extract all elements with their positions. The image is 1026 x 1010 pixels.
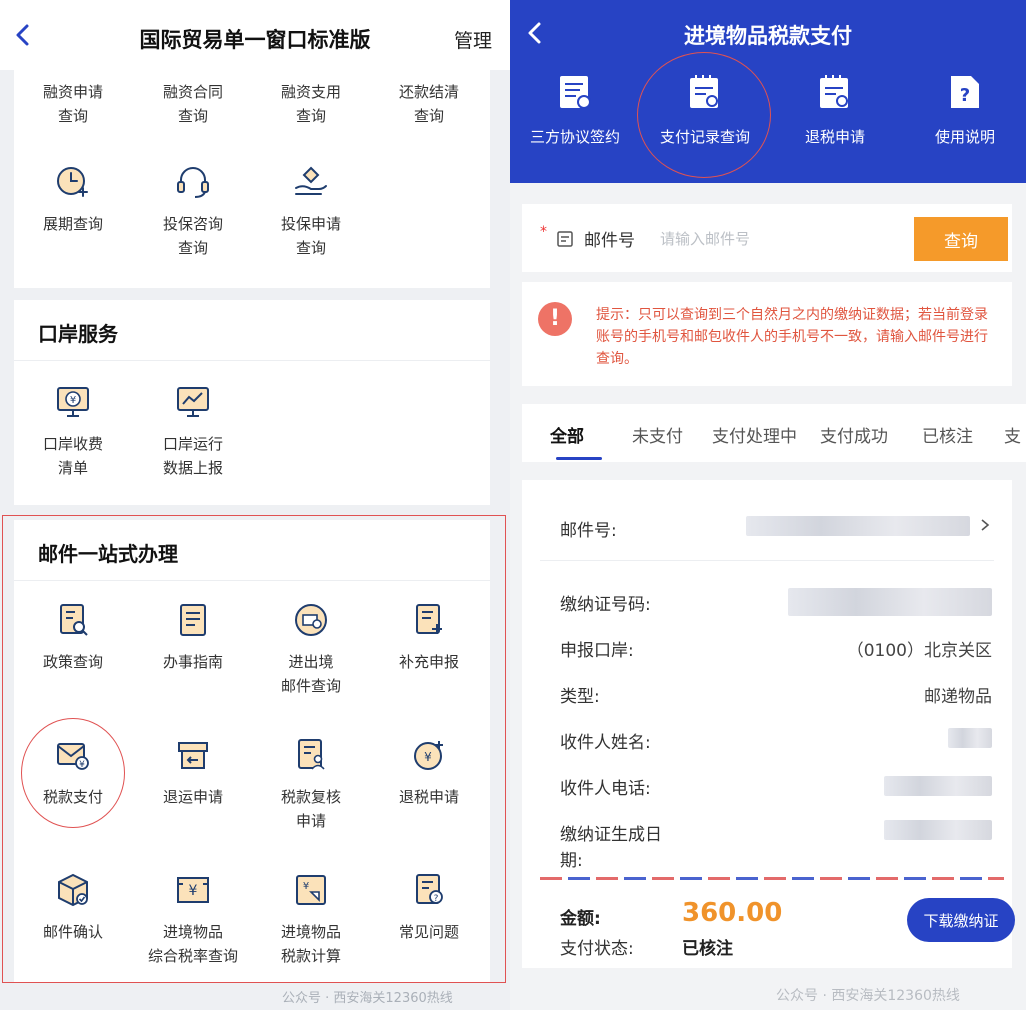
redacted-value — [884, 776, 992, 796]
hand-diamond-icon — [295, 166, 327, 195]
search-card: * 邮件号 查询 — [522, 204, 1012, 272]
tab-verified[interactable]: 已核注 — [922, 422, 973, 447]
type-label: 类型: — [560, 687, 600, 707]
tile-label: 口岸收费 — [42, 435, 103, 453]
clock-plus-icon — [57, 167, 88, 197]
tile-label: 展期查询 — [42, 215, 103, 233]
tab-all[interactable]: 全部 — [550, 422, 584, 447]
divider — [540, 560, 994, 561]
right-panel: 进境物品税款支付 三方协议签约 支付记录查询 退税申请 ? 使用说明 * 邮件号… — [510, 0, 1026, 1010]
payment-detail-card: 邮件号: 缴纳证号码: 申报口岸: （0100）北京关区 类型: 邮递物品 收件… — [522, 480, 1015, 968]
mail-no-input[interactable] — [660, 224, 900, 254]
highlight-circle — [637, 52, 771, 178]
tile-insurance-apply[interactable]: 投保申请 查询 — [252, 162, 370, 260]
tile-label: 融资申请 — [42, 83, 103, 101]
page-title: 国际贸易单一窗口标准版 — [139, 28, 371, 52]
tool-label: 退税申请 — [804, 128, 865, 146]
section-title: 口岸服务 — [38, 322, 118, 346]
calendar-search-icon — [820, 75, 848, 108]
divider — [14, 360, 490, 361]
tool-refund-apply[interactable]: 退税申请 — [770, 72, 900, 147]
doc-question-icon: ? — [951, 76, 979, 108]
search-button[interactable]: 查询 — [914, 217, 1008, 261]
tab-processing[interactable]: 支付处理中 — [712, 422, 797, 447]
tile-label: 融资合同 — [162, 83, 223, 101]
watermark: 公众号 · 西安海关12360热线 — [282, 991, 453, 1006]
tile-label: 数据上报 — [162, 459, 223, 477]
cert-date-label: 缴纳证生成日 — [560, 825, 662, 845]
tool-instructions[interactable]: ? 使用说明 — [900, 72, 1026, 147]
tile-label: 清单 — [57, 459, 88, 477]
tile-label: 查询 — [177, 107, 208, 125]
mail-no-label: 邮件号: — [560, 521, 617, 541]
tile-label: 还款结清 — [398, 83, 459, 101]
cert-no-label: 缴纳证号码: — [560, 595, 651, 615]
tab-more[interactable]: 支 — [1004, 422, 1021, 447]
warning-icon: ! — [538, 302, 572, 336]
amount-value: 360.00 — [682, 898, 783, 928]
watermark: 公众号 · 西安海关12360热线 — [776, 988, 960, 1004]
redacted-value — [788, 588, 992, 616]
tile-finance-contract[interactable]: 融资合同 查询 — [134, 80, 252, 128]
recipient-phone-label: 收件人电话: — [560, 779, 651, 799]
cert-date-label: 期: — [560, 851, 583, 871]
tile-label: 查询 — [413, 107, 444, 125]
left-header: 国际贸易单一窗口标准版 管理 — [0, 0, 510, 70]
mail-no-label: 邮件号 — [584, 231, 635, 251]
tile-label: 查询 — [295, 239, 326, 257]
tile-label: 投保咨询 — [162, 215, 223, 233]
tile-extension[interactable]: 展期查询 — [14, 162, 132, 236]
tab-paid[interactable]: 支付成功 — [820, 422, 888, 447]
left-panel: 国际贸易单一窗口标准版 管理 融资申请 查询 融资合同 查询 融资支用 查询 还… — [0, 0, 510, 1010]
status-value: 已核注 — [682, 939, 733, 959]
tool-label: 使用说明 — [934, 128, 995, 146]
notice-text: 提示：只可以查询到三个自然月之内的缴纳证数据；若当前登录账号的手机号和邮包收件人… — [596, 307, 988, 367]
finance-card: 融资申请 查询 融资合同 查询 融资支用 查询 还款结清 查询 展期查询 投保咨… — [14, 70, 490, 288]
tool-label: 三方协议签约 — [529, 128, 620, 146]
right-header: 进境物品税款支付 三方协议签约 支付记录查询 退税申请 ? 使用说明 — [510, 0, 1026, 183]
tool-agreement-sign[interactable]: 三方协议签约 — [510, 72, 640, 147]
tile-repay[interactable]: 还款结清 查询 — [370, 80, 488, 128]
status-tabs: 全部 未支付 支付处理中 支付成功 已核注 支 — [522, 404, 1026, 462]
notice-card: ! 提示：只可以查询到三个自然月之内的缴纳证数据；若当前登录账号的手机号和邮包收… — [522, 282, 1012, 386]
highlight-circle — [21, 718, 125, 828]
mail-doc-icon — [557, 231, 573, 247]
type-value: 邮递物品 — [924, 687, 992, 707]
page-title: 进境物品税款支付 — [684, 24, 852, 48]
redacted-value — [884, 820, 992, 840]
svg-text:¥: ¥ — [70, 395, 76, 406]
yuan-monitor-icon: ¥ — [57, 387, 89, 417]
status-label: 支付状态: — [560, 939, 634, 959]
tile-label: 投保申请 — [280, 215, 341, 233]
required-mark: * — [540, 224, 547, 240]
recipient-name-label: 收件人姓名: — [560, 733, 651, 753]
active-tab-indicator — [556, 457, 602, 460]
redacted-value — [948, 728, 992, 748]
download-cert-button[interactable]: 下载缴纳证 — [907, 898, 1015, 942]
port-value: （0100）北京关区 — [846, 641, 992, 661]
manage-button[interactable]: 管理 — [454, 26, 492, 53]
chart-monitor-icon — [177, 387, 209, 417]
tile-label: 口岸运行 — [162, 435, 223, 453]
tile-label: 融资支用 — [280, 83, 341, 101]
tile-label: 查询 — [177, 239, 208, 257]
amount-label: 金额: — [560, 909, 601, 929]
chevron-right-icon[interactable] — [978, 518, 992, 532]
tile-port-fee[interactable]: ¥ 口岸收费 清单 — [14, 382, 132, 480]
agreement-doc-icon — [560, 76, 591, 109]
port-service-card: 口岸服务 ¥ 口岸收费 清单 口岸运行 数据上报 — [14, 300, 490, 505]
airmail-border — [540, 877, 1004, 880]
tile-insurance-consult[interactable]: 投保咨询 查询 — [134, 162, 252, 260]
port-label: 申报口岸: — [560, 641, 634, 661]
tile-label: 查询 — [57, 107, 88, 125]
headset-icon — [177, 167, 209, 198]
redacted-value — [746, 516, 970, 536]
tile-port-data[interactable]: 口岸运行 数据上报 — [134, 382, 252, 480]
tile-finance-apply[interactable]: 融资申请 查询 — [14, 80, 132, 128]
tile-finance-use[interactable]: 融资支用 查询 — [252, 80, 370, 128]
tile-label: 查询 — [295, 107, 326, 125]
svg-text:?: ? — [960, 85, 970, 106]
tab-unpaid[interactable]: 未支付 — [632, 422, 683, 447]
